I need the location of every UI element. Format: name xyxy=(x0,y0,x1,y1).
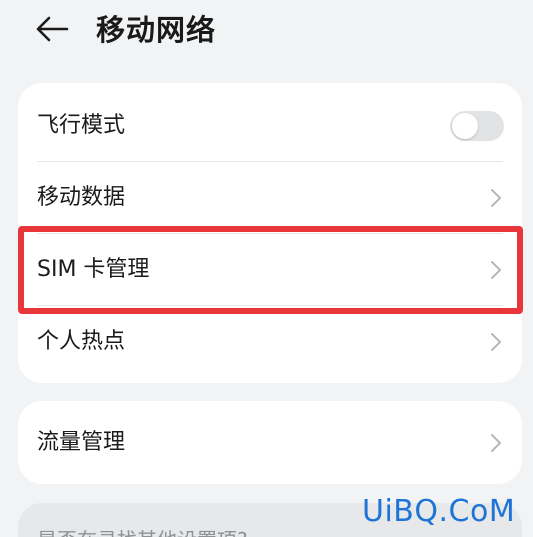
row-label: 流量管理 xyxy=(37,430,126,455)
settings-row-mobile-data[interactable]: 移动数据 xyxy=(18,162,522,234)
back-button[interactable] xyxy=(34,14,74,44)
toggle-knob xyxy=(452,113,478,139)
page-title: 移动网络 xyxy=(96,13,217,47)
settings-row-sim-card-management[interactable]: SIM 卡管理 xyxy=(18,234,522,306)
network-settings-card: 飞行模式 移动数据 SIM 卡管理 个人热点 xyxy=(18,83,522,383)
search-hint-text: 是否在寻找其他设置项? xyxy=(37,527,248,537)
settings-row-airplane-mode[interactable]: 飞行模式 xyxy=(18,90,522,162)
row-label: 个人热点 xyxy=(37,329,126,354)
chevron-right-icon xyxy=(489,432,503,454)
traffic-card: 流量管理 xyxy=(18,401,522,484)
row-label: SIM 卡管理 xyxy=(37,257,150,282)
mobile-network-settings-page: 移动网络 飞行模式 移动数据 SIM 卡管理 个人热点 流量管理 UiBQ.Co… xyxy=(0,0,533,537)
airplane-mode-toggle[interactable] xyxy=(450,111,504,141)
chevron-right-icon xyxy=(489,187,503,209)
settings-row-traffic-management[interactable]: 流量管理 xyxy=(18,407,522,479)
watermark-logo: UiBQ.CoM xyxy=(362,494,516,529)
row-label: 飞行模式 xyxy=(37,113,126,138)
settings-row-personal-hotspot[interactable]: 个人热点 xyxy=(18,306,522,378)
header: 移动网络 xyxy=(0,0,533,62)
arrow-left-icon xyxy=(36,16,69,42)
chevron-right-icon xyxy=(489,331,503,353)
row-label: 移动数据 xyxy=(37,185,126,210)
chevron-right-icon xyxy=(489,259,503,281)
